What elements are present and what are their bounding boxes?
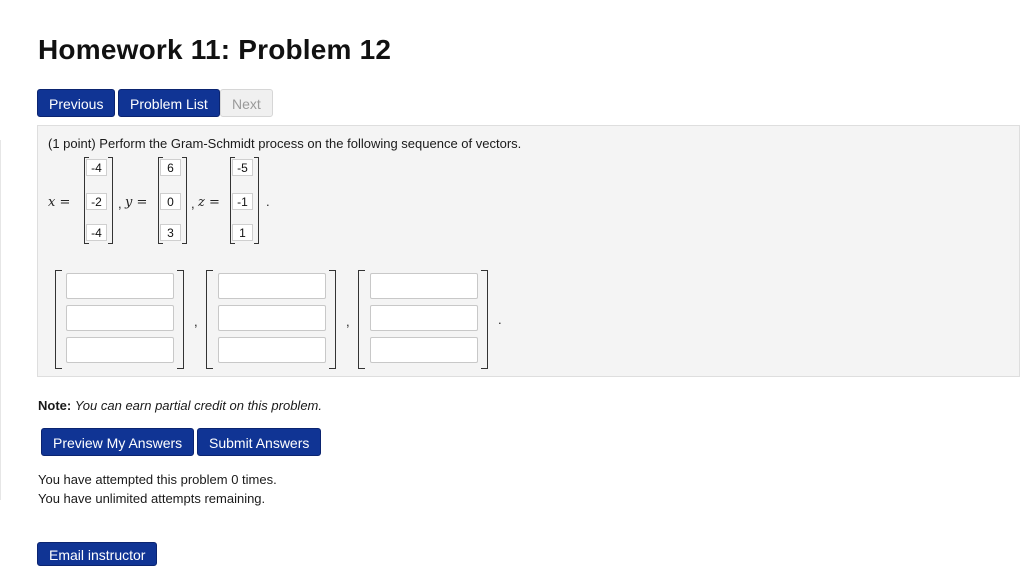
- partial-credit-note: Note: You can earn partial credit on thi…: [38, 398, 322, 413]
- vector-z-entry-2: -1: [232, 193, 253, 210]
- problem-list-button[interactable]: Problem List: [118, 89, 220, 117]
- vector-z-label: z =: [198, 195, 220, 210]
- note-text: You can earn partial credit on this prob…: [74, 398, 322, 413]
- page-left-rule: [0, 140, 1, 500]
- answer-vector-3-left-bracket: [358, 270, 365, 369]
- problem-prompt: (1 point) Perform the Gram-Schmidt proce…: [48, 136, 522, 151]
- answer-vector-1-right-bracket: [177, 270, 184, 369]
- answer-1-entry-1[interactable]: [66, 273, 174, 299]
- previous-button[interactable]: Previous: [37, 89, 116, 117]
- answer-2-entry-1[interactable]: [218, 273, 326, 299]
- vector-y-entry-2: 0: [160, 193, 181, 210]
- next-button[interactable]: Next: [220, 89, 273, 117]
- vector-z-entry-3: 1: [232, 224, 253, 241]
- vector-z-separator: .: [266, 194, 270, 209]
- answer-vector-2-right-bracket: [329, 270, 336, 369]
- attempts-status: You have attempted this problem 0 times.: [38, 472, 277, 487]
- vector-x-entry-3: -4: [86, 224, 107, 241]
- answer-vector-2-left-bracket: [206, 270, 213, 369]
- vector-x-label: x =: [48, 195, 71, 210]
- answer-separator-3: .: [498, 312, 502, 327]
- vector-y-separator: ,: [191, 196, 195, 211]
- vector-z-right-bracket: [254, 157, 259, 244]
- answer-1-entry-3[interactable]: [66, 337, 174, 363]
- answer-3-entry-2[interactable]: [370, 305, 478, 331]
- vector-x-right-bracket: [108, 157, 113, 244]
- problem-panel: (1 point) Perform the Gram-Schmidt proce…: [37, 125, 1020, 377]
- vector-x-entry-1: -4: [86, 159, 107, 176]
- remaining-status: You have unlimited attempts remaining.: [38, 491, 266, 506]
- answer-3-entry-1[interactable]: [370, 273, 478, 299]
- note-label: Note:: [38, 398, 72, 413]
- answer-2-entry-3[interactable]: [218, 337, 326, 363]
- page-title: Homework 11: Problem 12: [38, 34, 392, 65]
- vector-y-right-bracket: [182, 157, 187, 244]
- answer-3-entry-3[interactable]: [370, 337, 478, 363]
- answer-separator-1: ,: [194, 314, 198, 329]
- vector-y-entry-1: 6: [160, 159, 181, 176]
- submit-answers-button[interactable]: Submit Answers: [197, 428, 322, 456]
- email-instructor-button[interactable]: Email instructor: [37, 542, 158, 566]
- answer-vector-3-right-bracket: [481, 270, 488, 369]
- answer-2-entry-2[interactable]: [218, 305, 326, 331]
- vector-z-entry-1: -5: [232, 159, 253, 176]
- preview-answers-button[interactable]: Preview My Answers: [41, 428, 195, 456]
- answer-1-entry-2[interactable]: [66, 305, 174, 331]
- vector-x-entry-2: -2: [86, 193, 107, 210]
- vector-x-separator: ,: [118, 196, 122, 211]
- vector-y-entry-3: 3: [160, 224, 181, 241]
- vector-y-label: y =: [125, 195, 148, 210]
- answer-separator-2: ,: [346, 314, 350, 329]
- answer-vector-1-left-bracket: [55, 270, 62, 369]
